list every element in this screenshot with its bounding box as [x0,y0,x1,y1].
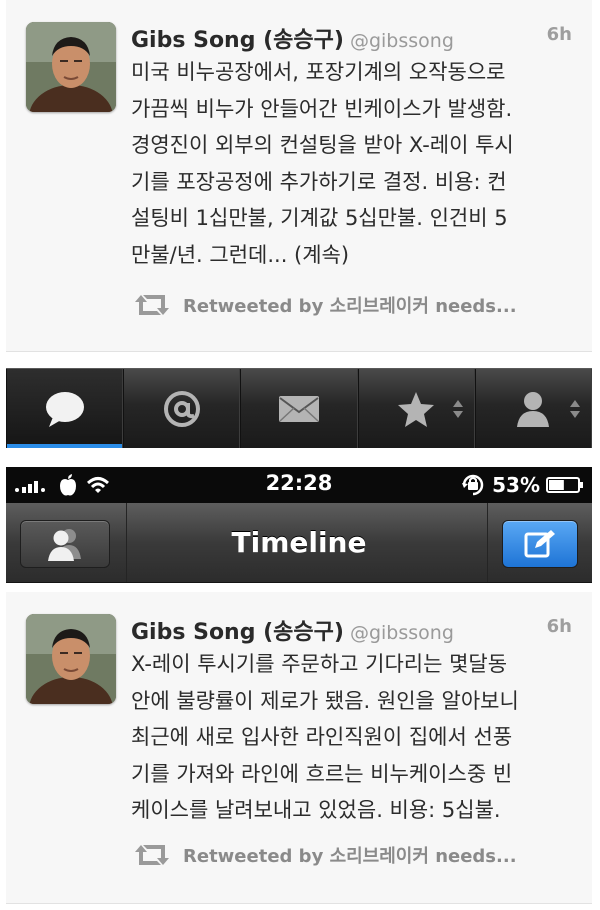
author-name[interactable]: Gibs Song (송승구) [131,620,344,645]
tweet-line: 미국 비누공장에서, 포장기계의 오작동으로 [131,60,506,84]
tab-mentions[interactable] [123,369,241,448]
sort-arrows-icon [452,400,463,418]
person-icon [517,391,550,427]
tweet-header: Gibs Song (송승구) @gibssong 6h [131,22,582,54]
tab-favorites[interactable] [357,369,475,448]
avatar[interactable] [26,22,116,112]
retweet-icon [135,295,169,315]
envelope-icon [279,395,319,422]
avatar[interactable] [26,614,116,704]
tab-messages[interactable] [240,369,358,448]
tweet-line: 만불/년. 그런데... (계속) [131,242,350,267]
tweet-time: 6h [546,24,572,45]
status-bar: 22:28 53% [6,467,592,503]
navigation-bar: Timeline [6,503,592,583]
battery-level [549,480,564,490]
tweet-text: X-레이 투시기를 주문하고 기다리는 몇달동 안에 불량률이 제로가 됐음. … [131,646,581,829]
tweet-text: 미국 비누공장에서, 포장기계의 오작동으로 가끔씩 비누가 안들어간 빈케이스… [131,54,581,273]
tweet-line: 가끔씩 비누가 안들어간 빈케이스가 발생함. [131,96,513,121]
retweet-label: Retweeted by 소리브레이커 needs... [183,846,517,867]
speech-bubble-icon [45,391,84,427]
author-handle[interactable]: @gibssong [350,622,454,644]
tab-profile[interactable] [474,369,593,448]
star-icon [398,391,435,427]
retweet-icon [135,845,169,865]
at-sign-icon [163,390,200,427]
tweet-line: 경영진이 외부의 컨설팅을 받아 X-레이 투시 [131,133,514,157]
tab-timeline[interactable] [6,369,124,448]
author-handle[interactable]: @gibssong [350,30,454,52]
tweet-line: 최근에 새로 입사한 라인직원이 집에서 선풍 [131,725,513,749]
compose-button[interactable] [502,520,578,568]
retweet-info: Retweeted by 소리브레이커 needs... [131,842,517,868]
retweet-info: Retweeted by 소리브레이커 needs... [131,292,517,318]
tweet-cell[interactable]: Gibs Song (송승구) @gibssong 6h X-레이 투시기를 주문… [6,592,592,904]
tweet-line: X-레이 투시기를 주문하고 기다리는 몇달동 [131,652,508,676]
tweet-time: 6h [546,616,572,637]
author-name[interactable]: Gibs Song (송승구) [131,28,344,53]
tweet-line: 안에 불량률이 제로가 됐음. 원인을 알아보니 [131,688,519,713]
tweet-header: Gibs Song (송승구) @gibssong 6h [131,614,582,646]
sort-arrows-icon [570,400,581,418]
tweet-line: 기를 가져와 라인에 흐르는 비누케이스중 빈 [131,761,513,786]
bottom-tab-bar [6,368,593,448]
tweet-line: 설팅비 1십만불, 기계값 5십만불. 인건비 5 [131,206,508,230]
battery-icon [546,477,583,493]
retweet-label: Retweeted by 소리브레이커 needs... [183,296,517,317]
tweet-cell[interactable]: Gibs Song (송승구) @gibssong 6h 미국 비누공장에서, 포… [6,0,592,352]
tweet-line: 케이스를 날려보내고 있었음. 비용: 5십불. [131,798,501,822]
tweet-line: 기를 포장공정에 추가하기로 결정. 비용: 컨 [131,169,507,194]
orientation-lock-icon [462,474,484,496]
compose-icon [524,530,555,558]
battery-percent: 53% [492,473,540,497]
